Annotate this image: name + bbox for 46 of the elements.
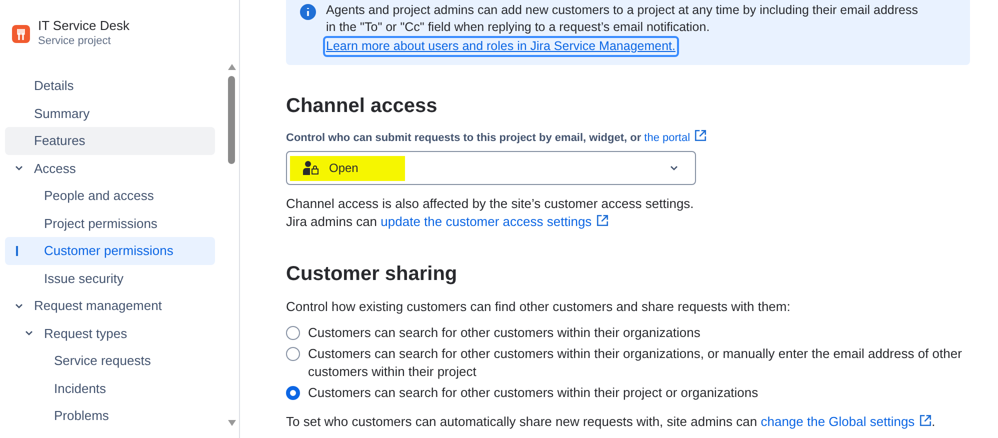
channel-select[interactable]: Open [286,150,696,184]
sidebar-item[interactable]: Details [5,72,215,100]
sidebar-item[interactable]: Customer permissions [5,237,215,264]
external-link-icon [596,214,609,226]
sidebar-item[interactable]: Problems [5,402,215,430]
sidebar-item[interactable]: Issue security [5,264,215,292]
radio-button[interactable] [286,326,300,340]
external-link-icon [918,414,932,427]
section-heading: Customer sharing [286,262,458,286]
sidebar-item[interactable]: Summary [5,100,215,127]
portal-link[interactable]: the portal [644,132,708,144]
learn-more-link[interactable]: Learn more about users and roles in Jira Service Management. [323,36,678,57]
access-settings-link[interactable]: update the customer access settings [380,214,609,228]
scroll-down-icon [228,420,236,426]
note-text: Jira admins can update the customer access settings [286,212,970,230]
sidebar-group[interactable]: Request management [5,292,215,320]
project-type: Service project [38,34,112,48]
radio-button[interactable] [286,347,300,361]
sidebar-item[interactable]: People and access [5,182,215,210]
footer-text: To set who customers can automatically share new requests with, site admins can change the Global settings . [286,413,936,431]
radio-label: Customers can search for other customers within their project or organizations [308,384,758,402]
project-name: IT Service Desk [38,18,130,34]
selected-indicator [16,246,18,256]
radio-label: Customers can search for other customers within their organizations, or manually enter the email address of other customers within their project [308,345,963,381]
section-description: Control how existing customers can find other customers and share requests with them: [286,298,792,316]
external-link-icon [694,129,708,142]
project-logo-icon [12,25,30,43]
sidebar-group[interactable]: Request types [5,320,215,347]
select-value: Open [329,160,358,176]
note-text: Channel access is also affected by the site’s customer access settings. [286,194,695,212]
info-text: Agents and project admins can add new customers to a project at any time by including their email address [326,2,918,19]
scroll-up-icon [228,64,236,70]
radio-label: Customers can search for other customers within their organizations [308,324,700,342]
section-heading: Channel access [286,94,438,119]
info-text: in the "To" or "Cc" field when replying to a request’s email notification. [326,19,711,36]
sidebar-group[interactable]: Access [5,154,215,182]
field-label: Control who can submit requests to this project by email, widget, or the portal [286,129,970,146]
scrollbar-thumb[interactable] [228,76,235,164]
radio-button[interactable] [286,386,300,400]
sidebar-item[interactable]: Features [5,127,215,154]
global-settings-link[interactable]: change the Global settings [760,414,932,429]
sidebar-item[interactable]: Service requests [5,347,215,374]
person-lock-icon [303,160,319,174]
info-icon [300,4,316,20]
sidebar-item[interactable]: Project permissions [5,210,215,237]
sidebar-item[interactable]: Incidents [5,374,215,402]
